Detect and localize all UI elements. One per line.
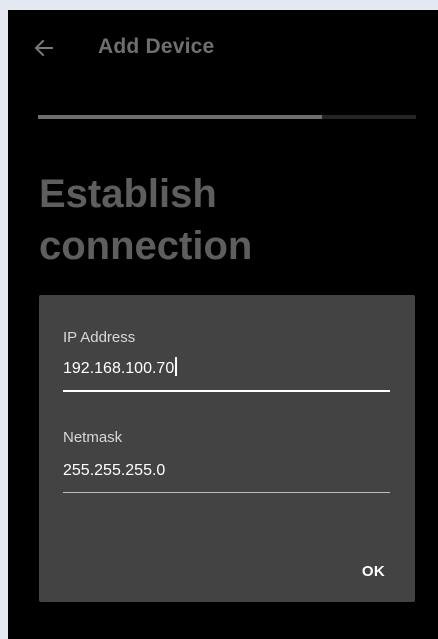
netmask-input[interactable]: 255.255.255.0 [63, 457, 390, 485]
progress-fill [38, 115, 322, 119]
text-cursor [175, 357, 178, 376]
app-bar: Add Device [8, 10, 438, 86]
arrow-left-icon [34, 39, 53, 57]
back-button[interactable] [28, 32, 60, 64]
device-frame: Add Device Establish connection IP Addre… [0, 0, 438, 639]
ip-address-label: IP Address [63, 329, 136, 346]
netmask-underline [63, 492, 390, 493]
ip-address-input[interactable]: 192.168.100.70 [63, 355, 178, 383]
ip-address-value: 192.168.100.70 [63, 360, 175, 377]
progress-bar [38, 115, 416, 119]
ok-button[interactable]: OK [350, 555, 397, 588]
app-title: Add Device [98, 35, 215, 58]
app-screen: Add Device Establish connection IP Addre… [8, 10, 438, 639]
netmask-value: 255.255.255.0 [63, 462, 166, 479]
ip-address-underline [63, 390, 390, 392]
page-heading: Establish connection [39, 172, 253, 268]
netmask-label: Netmask [63, 429, 123, 446]
connection-dialog: IP Address 192.168.100.70 Netmask 255.25… [39, 295, 415, 602]
